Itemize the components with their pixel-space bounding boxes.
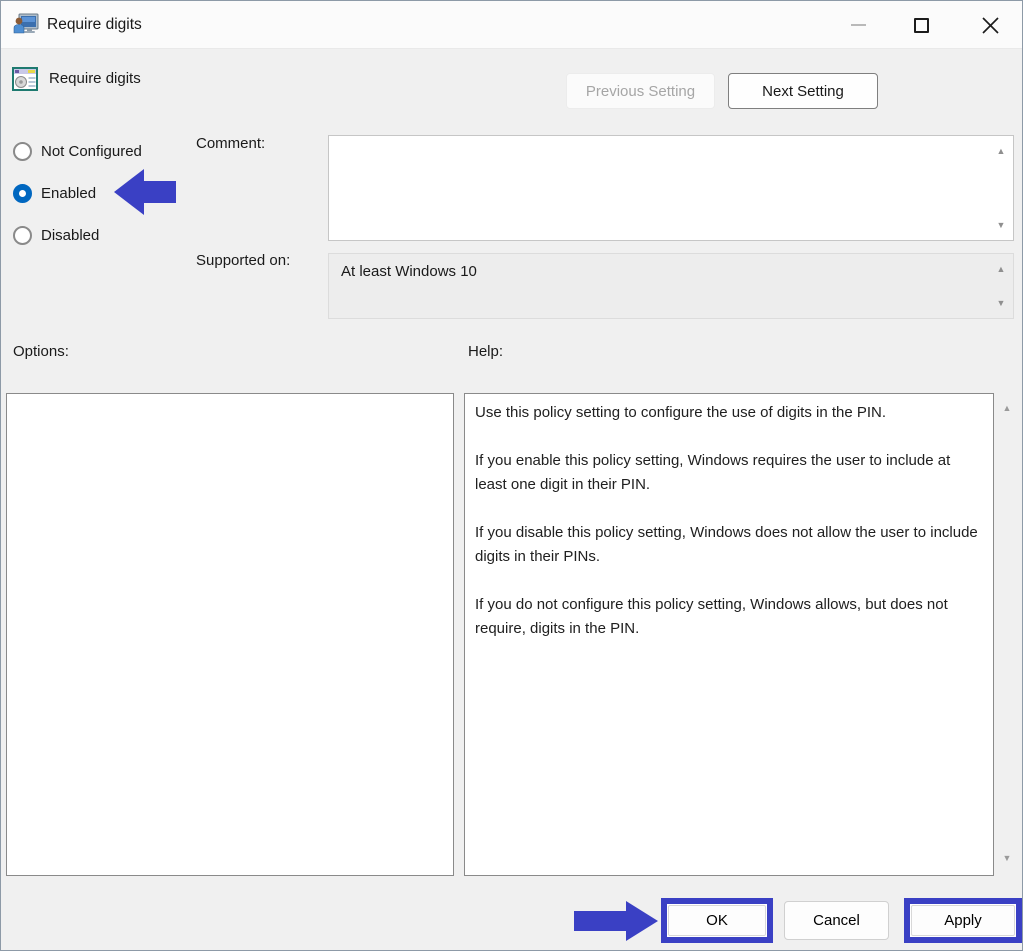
next-setting-button[interactable]: Next Setting — [728, 73, 878, 109]
help-label: Help: — [468, 343, 503, 360]
radio-disabled[interactable]: Disabled — [13, 225, 99, 245]
apply-annotation-frame: Apply — [904, 898, 1022, 943]
help-text-panel[interactable]: Use this policy setting to configure the… — [464, 393, 994, 876]
minimize-button[interactable] — [835, 5, 881, 45]
apply-button[interactable]: Apply — [911, 905, 1015, 936]
comment-input[interactable]: ▲ ▼ — [328, 135, 1014, 241]
scroll-up-icon[interactable]: ▲ — [1000, 403, 1014, 413]
radio-label: Disabled — [41, 227, 99, 244]
close-icon — [982, 17, 999, 34]
titlebar: Require digits — [1, 1, 1022, 49]
comment-label: Comment: — [196, 135, 265, 152]
ok-annotation-frame: OK — [661, 898, 773, 943]
scroll-up-icon[interactable]: ▲ — [994, 262, 1008, 276]
policy-setting-dialog: Require digits Require digits Previous S… — [0, 0, 1023, 951]
radio-not-configured[interactable]: Not Configured — [13, 141, 142, 161]
previous-setting-button[interactable]: Previous Setting — [566, 73, 715, 109]
radio-enabled[interactable]: Enabled — [13, 183, 96, 203]
supported-on-field: At least Windows 10 ▲ ▼ — [328, 253, 1014, 319]
help-paragraph: If you enable this policy setting, Windo… — [475, 449, 983, 497]
help-paragraph: Use this policy setting to configure the… — [475, 401, 983, 425]
radio-circle-icon — [13, 226, 32, 245]
options-label: Options: — [13, 343, 69, 360]
options-panel — [6, 393, 454, 876]
radio-label: Enabled — [41, 185, 96, 202]
policy-setting-icon — [11, 65, 39, 93]
help-paragraph: If you disable this policy setting, Wind… — [475, 521, 983, 569]
annotation-arrow-left-icon — [114, 169, 176, 215]
supported-on-value: At least Windows 10 — [341, 263, 477, 280]
policy-name: Require digits — [49, 65, 141, 93]
maximize-icon — [914, 18, 929, 33]
ok-button[interactable]: OK — [668, 905, 766, 936]
close-button[interactable] — [967, 5, 1013, 45]
annotation-arrow-right-icon — [574, 901, 658, 941]
radio-label: Not Configured — [41, 143, 142, 160]
minimize-icon — [851, 24, 866, 26]
scroll-down-icon[interactable]: ▼ — [994, 296, 1008, 310]
radio-circle-icon — [13, 142, 32, 161]
scroll-down-icon[interactable]: ▼ — [1000, 853, 1014, 863]
help-paragraph: If you do not configure this policy sett… — [475, 593, 983, 641]
scroll-up-icon[interactable]: ▲ — [994, 144, 1008, 158]
cancel-button[interactable]: Cancel — [784, 901, 889, 940]
gpedit-user-computer-icon — [13, 13, 39, 37]
supported-on-label: Supported on: — [196, 252, 290, 269]
maximize-button[interactable] — [898, 5, 944, 45]
radio-circle-selected-icon — [13, 184, 32, 203]
scroll-down-icon[interactable]: ▼ — [994, 218, 1008, 232]
window-title: Require digits — [47, 1, 142, 49]
